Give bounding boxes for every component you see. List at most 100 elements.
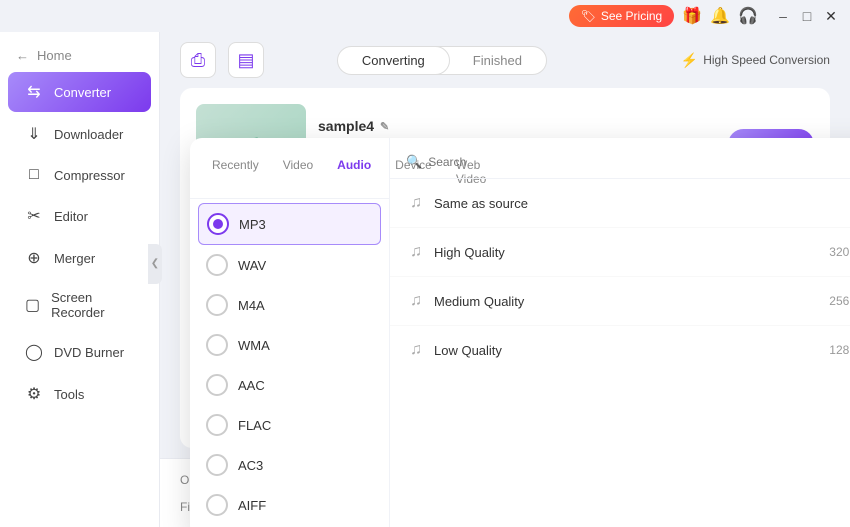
mp3-selected-icon (207, 213, 229, 235)
pricing-button[interactable]: 🏷 See Pricing (569, 5, 675, 27)
window-controls: – □ ✕ (774, 7, 840, 25)
music-note-icon: ♫ (410, 194, 422, 212)
merger-icon: ⊕ (24, 248, 44, 268)
format-item-aac[interactable]: AAC (190, 365, 389, 405)
quality-name: High Quality (434, 245, 817, 260)
format-label-wav: WAV (238, 258, 266, 273)
sidebar-item-label: Compressor (54, 168, 125, 183)
add-option-button[interactable]: ▤ (228, 42, 264, 78)
format-tab-audio[interactable]: Audio (327, 154, 381, 190)
format-dropdown: Recently Video Audio Device Web Video MP… (190, 138, 850, 527)
add-file-icon: ⎙ (191, 50, 205, 71)
add-option-icon: ▤ (237, 50, 254, 71)
quality-value: 320 kbps (829, 245, 850, 259)
format-tabs: Recently Video Audio Device Web Video (190, 146, 389, 199)
format-left-panel: Recently Video Audio Device Web Video MP… (190, 138, 390, 527)
file-name: sample4 ✎ (318, 118, 716, 134)
sidebar-item-label: DVD Burner (54, 345, 124, 360)
quality-same-as-source[interactable]: ♫ Same as source Auto ✎ (390, 179, 850, 228)
quality-name: Low Quality (434, 343, 817, 358)
sidebar-item-label: Editor (54, 209, 88, 224)
file-name-text: sample4 (318, 118, 374, 134)
back-arrow-icon: ← (16, 48, 29, 63)
sidebar-item-converter[interactable]: ⇆ Converter (8, 72, 151, 112)
format-items: MP3 WAV M4A WMA (190, 199, 389, 527)
sidebar-item-label: Converter (54, 85, 111, 100)
sidebar-item-compressor[interactable]: □ Compressor (8, 156, 151, 194)
quality-value: 256 kbps (829, 294, 850, 308)
format-item-m4a[interactable]: M4A (190, 285, 389, 325)
sidebar-item-tools[interactable]: ⚙ Tools (8, 374, 151, 414)
format-item-ac3[interactable]: AC3 (190, 445, 389, 485)
sidebar-item-label: Tools (54, 387, 84, 402)
ac3-icon (206, 454, 228, 476)
music-note-icon: ♫ (410, 341, 422, 359)
file-area: ♫ sample4 ✎ ✂ Convert (180, 88, 830, 448)
sidebar-item-editor[interactable]: ✂ Editor (8, 196, 151, 236)
downloader-icon: ⇓ (24, 124, 44, 144)
format-item-mp3[interactable]: MP3 (198, 203, 381, 245)
wma-icon (206, 334, 228, 356)
gift-icon[interactable]: 🎁 (682, 6, 702, 26)
flac-icon (206, 414, 228, 436)
editor-icon: ✂ (24, 206, 44, 226)
headset-icon[interactable]: 🎧 (738, 6, 758, 26)
lightning-icon: ⚡ (681, 52, 698, 69)
format-right-panel: 🔍 ♫ Same as source Auto ✎ ♫ High Quality… (390, 138, 850, 527)
format-item-flac[interactable]: FLAC (190, 405, 389, 445)
dvd-burner-icon: ◯ (24, 342, 44, 362)
pricing-label: See Pricing (601, 9, 662, 23)
sidebar: ← Home ⇆ Converter ⇓ Downloader □ Compre… (0, 32, 160, 527)
sidebar-item-label: Downloader (54, 127, 123, 142)
search-input[interactable] (428, 155, 850, 169)
sidebar-item-merger[interactable]: ⊕ Merger (8, 238, 151, 278)
format-tab-video[interactable]: Video (273, 154, 323, 190)
tag-icon: 🏷 (581, 9, 596, 23)
m4a-icon (206, 294, 228, 316)
format-label-aiff: AIFF (238, 498, 266, 513)
format-label-ac3: AC3 (238, 458, 263, 473)
tab-converting[interactable]: Converting (337, 46, 450, 75)
format-item-wav[interactable]: WAV (190, 245, 389, 285)
wav-icon (206, 254, 228, 276)
edit-filename-icon[interactable]: ✎ (380, 120, 389, 133)
aac-icon (206, 374, 228, 396)
maximize-icon[interactable]: □ (798, 7, 816, 25)
tab-finished[interactable]: Finished (449, 47, 546, 74)
sidebar-item-downloader[interactable]: ⇓ Downloader (8, 114, 151, 154)
music-note-icon: ♫ (410, 243, 422, 261)
quality-high[interactable]: ♫ High Quality 320 kbps ✎ (390, 228, 850, 277)
format-item-aiff[interactable]: AIFF (190, 485, 389, 525)
format-label-wma: WMA (238, 338, 270, 353)
compressor-icon: □ (24, 166, 44, 184)
sidebar-back-label: Home (37, 48, 72, 63)
sidebar-item-dvd-burner[interactable]: ◯ DVD Burner (8, 332, 151, 372)
music-note-icon: ♫ (410, 292, 422, 310)
format-label-m4a: M4A (238, 298, 265, 313)
quality-medium[interactable]: ♫ Medium Quality 256 kbps ✎ (390, 277, 850, 326)
minimize-icon[interactable]: – (774, 7, 792, 25)
format-tab-recently[interactable]: Recently (202, 154, 269, 190)
quality-name: Same as source (434, 196, 841, 211)
quality-low[interactable]: ♫ Low Quality 128 kbps ✎ (390, 326, 850, 374)
sidebar-item-screen-recorder[interactable]: ▢ Screen Recorder (8, 280, 151, 330)
screen-recorder-icon: ▢ (24, 295, 41, 315)
titlebar: 🏷 See Pricing 🎁 🔔 🎧 – □ ✕ (0, 0, 850, 32)
quality-name: Medium Quality (434, 294, 817, 309)
main-layout: ← Home ⇆ Converter ⇓ Downloader □ Compre… (0, 32, 850, 527)
format-item-wma[interactable]: WMA (190, 325, 389, 365)
quality-search: 🔍 (390, 146, 850, 179)
format-label-aac: AAC (238, 378, 265, 393)
tab-group: Converting Finished (337, 46, 547, 75)
sidebar-item-label: Merger (54, 251, 95, 266)
sidebar-collapse-handle[interactable]: ❮ (148, 244, 162, 284)
search-icon: 🔍 (406, 154, 422, 170)
converter-icon: ⇆ (24, 82, 44, 102)
sidebar-item-label: Screen Recorder (51, 290, 135, 320)
close-icon[interactable]: ✕ (822, 7, 840, 25)
sidebar-back[interactable]: ← Home (0, 40, 159, 71)
add-file-button[interactable]: ⎙ (180, 42, 216, 78)
notification-icon[interactable]: 🔔 (710, 6, 730, 26)
aiff-icon (206, 494, 228, 516)
format-label-flac: FLAC (238, 418, 271, 433)
